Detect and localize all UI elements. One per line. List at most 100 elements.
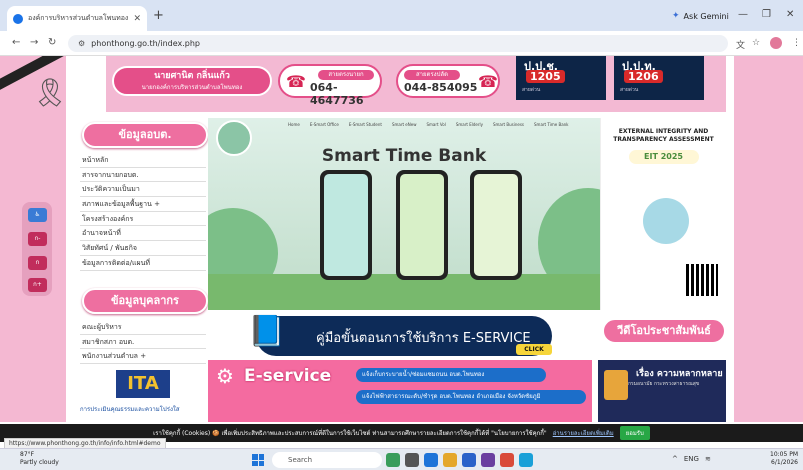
bookmark-star-icon[interactable]: ☆ xyxy=(752,38,760,48)
app-icon[interactable] xyxy=(500,453,514,467)
mayor-phone[interactable]: ☎ สายตรงนายก 064-4647736 xyxy=(278,64,382,107)
eservice-link[interactable]: แจ้งเก็บกระบายน้ำ/ซ่อมแซมถนน อบต.โพนทอง xyxy=(356,368,546,382)
forward-icon[interactable]: → xyxy=(30,37,38,48)
mayor-phone-label: สายตรงนายก xyxy=(318,70,374,80)
address-row: ← → ↻ ⚙ phonthong.go.th/index.php 文 ☆ ⋮ xyxy=(0,31,803,56)
font-normal-button[interactable]: ก xyxy=(28,256,47,270)
phone-icon: ☎ xyxy=(286,72,306,91)
accessibility-icon[interactable]: ♿ xyxy=(28,208,47,222)
banner-nav-item[interactable]: Smart Business xyxy=(493,122,524,127)
cookie-accept-button[interactable]: ยอมรับ xyxy=(619,426,650,440)
menu-item[interactable]: คณะผู้บริหาร xyxy=(80,320,206,335)
video-pr-button[interactable]: วีดีโอประชาสัมพันธ์ xyxy=(602,318,726,344)
font-size-panel: ♿ ก- ก ก+ xyxy=(22,202,52,296)
menu-item[interactable]: ประวัติความเป็นมา xyxy=(80,182,206,198)
address-bar[interactable]: ⚙ phonthong.go.th/index.php xyxy=(68,35,728,52)
weather-temp: 87°F xyxy=(20,451,35,458)
menu-item[interactable]: สมาชิกสภา อบต. xyxy=(80,335,206,350)
language-indicator[interactable]: ENG xyxy=(684,455,699,463)
close-tab-icon[interactable]: ✕ xyxy=(133,14,141,24)
clerk-phone-label: สายตรงปลัด xyxy=(404,70,460,80)
translate-icon[interactable]: 文 xyxy=(736,38,745,51)
minimize-icon[interactable]: — xyxy=(738,9,748,20)
browser-tab[interactable]: องค์การบริหารส่วนตำบลโพนทอง อำ... ✕ xyxy=(7,6,147,31)
ita-logo[interactable]: ITA xyxy=(116,370,170,398)
mayor-name: นายศานิต กลิ่นแก้ว xyxy=(154,71,230,81)
menu-item[interactable]: หน้าหลัก xyxy=(80,153,206,168)
clerk-phone-number: 044-854095 xyxy=(404,81,478,94)
taskbar-clock[interactable]: 10:05 PM 6/1/2026 xyxy=(770,451,798,467)
gear-icon: ⚙ xyxy=(216,364,234,388)
staff-menu: คณะผู้บริหาร สมาชิกสภา อบต. พนักงานส่วนต… xyxy=(80,320,206,365)
wifi-icon[interactable]: ≋ xyxy=(705,455,711,463)
back-icon[interactable]: ← xyxy=(12,37,20,48)
menu-item[interactable]: สารจากนายกอบต. xyxy=(80,168,206,183)
profile-avatar[interactable] xyxy=(770,37,782,49)
clerk-phone[interactable]: ☎ สายตรงปลัด 044-854095 xyxy=(396,64,500,98)
banner-nav-item[interactable]: Smart Vol xyxy=(427,122,446,127)
windows-start-icon[interactable] xyxy=(252,454,264,466)
eservice-link[interactable]: แจ้งไฟฟ้าสาธารณะดับ/ชำรุด อบต.โพนทอง อำเ… xyxy=(356,390,586,404)
restore-icon[interactable]: ❐ xyxy=(762,9,771,20)
chevron-up-icon[interactable]: ^ xyxy=(672,455,678,463)
site-info-icon[interactable]: ⚙ xyxy=(78,39,85,48)
book-icon: 📘 xyxy=(248,314,286,349)
cookie-text: เราใช้คุกกี้ (Cookies) 🍪 เพื่อเพิ่มประสิ… xyxy=(153,430,547,437)
close-window-icon[interactable]: ✕ xyxy=(786,9,794,20)
story-card[interactable]: เรื่อง ความหลากหลาย กรมอนามัย กระทรวงสาธ… xyxy=(598,360,726,422)
ribbon-icon: 🎗 xyxy=(32,76,68,109)
phone-mockup xyxy=(470,170,522,280)
menu-item[interactable]: สภาพและข้อมูลพื้นฐาน + xyxy=(80,197,206,212)
browser-tab-strip: องค์การบริหารส่วนตำบลโพนทอง อำ... ✕ + ✦ … xyxy=(0,0,803,31)
font-smaller-button[interactable]: ก- xyxy=(28,232,47,246)
menu-item[interactable]: โครงสร้างองค์กร xyxy=(80,212,206,227)
hotline-pacc[interactable]: ป.ป.ท. 1206 สายด่วน xyxy=(614,56,704,100)
banner-nav-item[interactable]: Smart Time Bank xyxy=(534,122,568,127)
banner-nav-item[interactable]: Home xyxy=(288,122,300,127)
clock-date: 6/1/2026 xyxy=(771,459,798,466)
banner-nav-item[interactable]: E-Smart Office xyxy=(310,122,339,127)
eservice-guide-label: คู่มือขั้นตอนการใช้บริการ E-SERVICE xyxy=(316,331,531,346)
phone-mockup xyxy=(320,170,372,280)
menu-item[interactable]: พนักงานส่วนตำบล + xyxy=(80,349,206,365)
app-icon[interactable] xyxy=(462,453,476,467)
ita-sub[interactable]: การประเมินคุณธรรมและความโปร่งใส xyxy=(80,404,206,414)
banner-nav: Home E-Smart Office E-Smart Student Smar… xyxy=(288,122,569,127)
app-icon[interactable] xyxy=(519,453,533,467)
banner-nav-item[interactable]: E-Smart Student xyxy=(349,122,382,127)
eservice-title: E-service xyxy=(244,366,332,386)
hotline-sub: สายด่วน xyxy=(620,87,639,93)
site-header: นายศานิต กลิ่นแก้ว นายกองค์การบริหารส่วน… xyxy=(106,56,726,112)
phone-mockup xyxy=(396,170,448,280)
site-favicon-icon xyxy=(13,13,23,24)
ask-gemini-button[interactable]: ✦ Ask Gemini xyxy=(672,11,729,21)
phone-icon: ☎ xyxy=(478,72,498,91)
story-image xyxy=(604,370,628,400)
weather-widget[interactable]: 87°F Partly cloudy xyxy=(20,451,59,467)
staff-heading: ข้อมูลบุคลากร xyxy=(82,288,208,314)
hotline-number: 1205 xyxy=(526,70,565,83)
app-icon[interactable] xyxy=(386,453,400,467)
hotline-nacc[interactable]: ป.ป.ช. 1205 สายด่วน xyxy=(516,56,606,100)
reload-icon[interactable]: ↻ xyxy=(48,37,56,48)
gemini-icon: ✦ xyxy=(672,11,680,21)
app-icon[interactable] xyxy=(405,453,419,467)
qr-code-icon xyxy=(686,264,718,296)
app-icon[interactable] xyxy=(481,453,495,467)
menu-dots-icon[interactable]: ⋮ xyxy=(792,38,801,48)
banner-nav-item[interactable]: Smart Elderly xyxy=(456,122,483,127)
eit-card[interactable]: EXTERNAL INTEGRITY AND TRANSPARENCY ASSE… xyxy=(600,118,726,310)
app-icon[interactable] xyxy=(443,453,457,467)
menu-item[interactable]: อำนาจหน้าที่ xyxy=(80,226,206,242)
eservice-guide-button[interactable]: 📘 คู่มือขั้นตอนการใช้บริการ E-SERVICE CL… xyxy=(248,314,552,356)
new-tab-icon[interactable]: + xyxy=(153,8,164,23)
menu-item[interactable]: วิสัยทัศน์ / พันธกิจ xyxy=(80,241,206,256)
menu-item[interactable]: ข้อมูลการติดต่อ/แผนที่ xyxy=(80,256,206,271)
info-heading: ข้อมูลอบต. xyxy=(82,122,208,148)
font-larger-button[interactable]: ก+ xyxy=(28,278,47,292)
taskbar-search[interactable]: Search xyxy=(272,452,382,468)
smart-time-bank-banner[interactable]: Home E-Smart Office E-Smart Student Smar… xyxy=(208,118,600,310)
cookie-more-link[interactable]: อ่านรายละเอียดเพิ่มเติม xyxy=(553,428,614,438)
banner-nav-item[interactable]: Smart eNew xyxy=(392,122,417,127)
app-icon[interactable] xyxy=(424,453,438,467)
